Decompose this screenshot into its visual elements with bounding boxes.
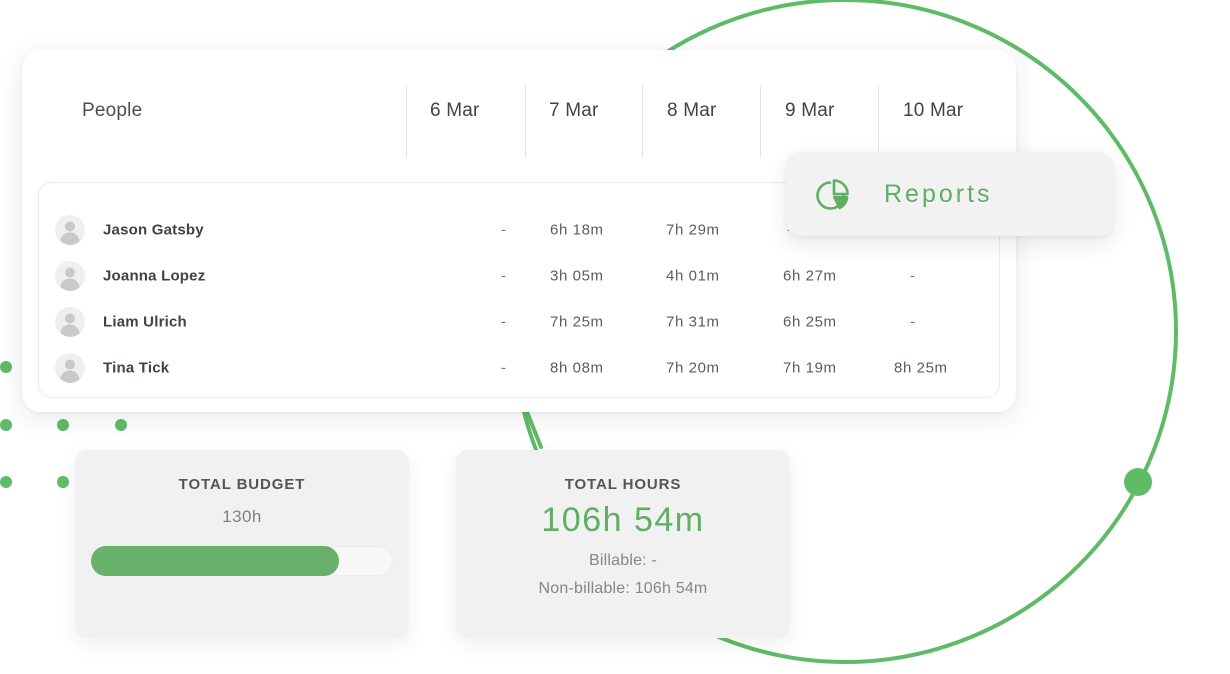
screenshot-root: People 6 Mar 7 Mar 8 Mar 9 Mar 10 Mar bbox=[0, 0, 1230, 674]
time-cell-2-3: 6h 25m bbox=[783, 314, 837, 331]
column-header-date-1[interactable]: 7 Mar bbox=[549, 100, 599, 122]
time-cell-1-2: 4h 01m bbox=[666, 268, 720, 285]
total-budget-card: TOTAL BUDGET 130h bbox=[75, 450, 409, 638]
total-budget-value: 130h bbox=[75, 507, 409, 527]
total-hours-card: TOTAL HOURS 106h 54m Billable: - Non-bil… bbox=[456, 450, 790, 638]
total-hours-value: 106h 54m bbox=[456, 501, 790, 540]
time-cell-2-4: - bbox=[910, 314, 915, 331]
total-hours-title: TOTAL HOURS bbox=[456, 476, 790, 493]
column-divider bbox=[760, 85, 761, 158]
reports-badge[interactable]: Reports bbox=[786, 152, 1113, 236]
user-avatar-icon bbox=[55, 307, 85, 337]
decorative-dot bbox=[0, 361, 12, 373]
time-cell-1-1: 3h 05m bbox=[550, 268, 604, 285]
person-name: Tina Tick bbox=[103, 360, 169, 377]
non-billable-hours: Non-billable: 106h 54m bbox=[456, 580, 790, 598]
user-avatar-icon bbox=[55, 261, 85, 291]
decorative-dot bbox=[57, 476, 69, 488]
time-cell-0-0: - bbox=[501, 222, 506, 239]
time-cell-3-3: 7h 19m bbox=[783, 360, 837, 377]
table-row[interactable]: Liam Ulrich - 7h 25m 7h 31m 6h 25m - bbox=[39, 299, 999, 345]
time-cell-2-2: 7h 31m bbox=[666, 314, 720, 331]
billable-hours: Billable: - bbox=[456, 552, 790, 570]
time-cell-0-1: 6h 18m bbox=[550, 222, 604, 239]
budget-progress-bar bbox=[91, 546, 393, 576]
column-header-date-3[interactable]: 9 Mar bbox=[785, 100, 835, 122]
column-divider bbox=[406, 85, 407, 158]
decorative-dot bbox=[0, 419, 12, 431]
table-row[interactable]: Joanna Lopez - 3h 05m 4h 01m 6h 27m - bbox=[39, 253, 999, 299]
time-cell-1-0: - bbox=[501, 268, 506, 285]
person-name: Joanna Lopez bbox=[103, 268, 205, 285]
time-cell-2-1: 7h 25m bbox=[550, 314, 604, 331]
decorative-arc-small bbox=[527, 412, 541, 447]
table-row[interactable]: Tina Tick - 8h 08m 7h 20m 7h 19m 8h 25m bbox=[39, 345, 999, 391]
column-divider bbox=[878, 85, 879, 158]
time-cell-3-1: 8h 08m bbox=[550, 360, 604, 377]
column-header-date-2[interactable]: 8 Mar bbox=[667, 100, 717, 122]
time-cell-3-4: 8h 25m bbox=[894, 360, 948, 377]
time-cell-3-2: 7h 20m bbox=[666, 360, 720, 377]
time-cell-1-3: 6h 27m bbox=[783, 268, 837, 285]
person-name: Jason Gatsby bbox=[103, 222, 204, 239]
decorative-dot bbox=[0, 476, 12, 488]
time-cell-3-0: - bbox=[501, 360, 506, 377]
decorative-ring-node bbox=[1124, 468, 1152, 496]
total-budget-title: TOTAL BUDGET bbox=[75, 476, 409, 493]
time-cell-0-2: 7h 29m bbox=[666, 222, 720, 239]
pie-chart-icon bbox=[812, 174, 852, 214]
user-avatar-icon bbox=[55, 353, 85, 383]
person-name: Liam Ulrich bbox=[103, 314, 187, 331]
time-cell-2-0: - bbox=[501, 314, 506, 331]
column-divider bbox=[642, 85, 643, 158]
time-cell-1-4: - bbox=[910, 268, 915, 285]
column-header-date-4[interactable]: 10 Mar bbox=[903, 100, 963, 122]
budget-progress-fill bbox=[91, 546, 339, 576]
column-divider bbox=[525, 85, 526, 158]
reports-label: Reports bbox=[884, 180, 993, 209]
decorative-dot bbox=[115, 419, 127, 431]
column-header-people: People bbox=[82, 100, 142, 122]
decorative-dot bbox=[57, 419, 69, 431]
column-header-date-0[interactable]: 6 Mar bbox=[430, 100, 480, 122]
user-avatar-icon bbox=[55, 215, 85, 245]
